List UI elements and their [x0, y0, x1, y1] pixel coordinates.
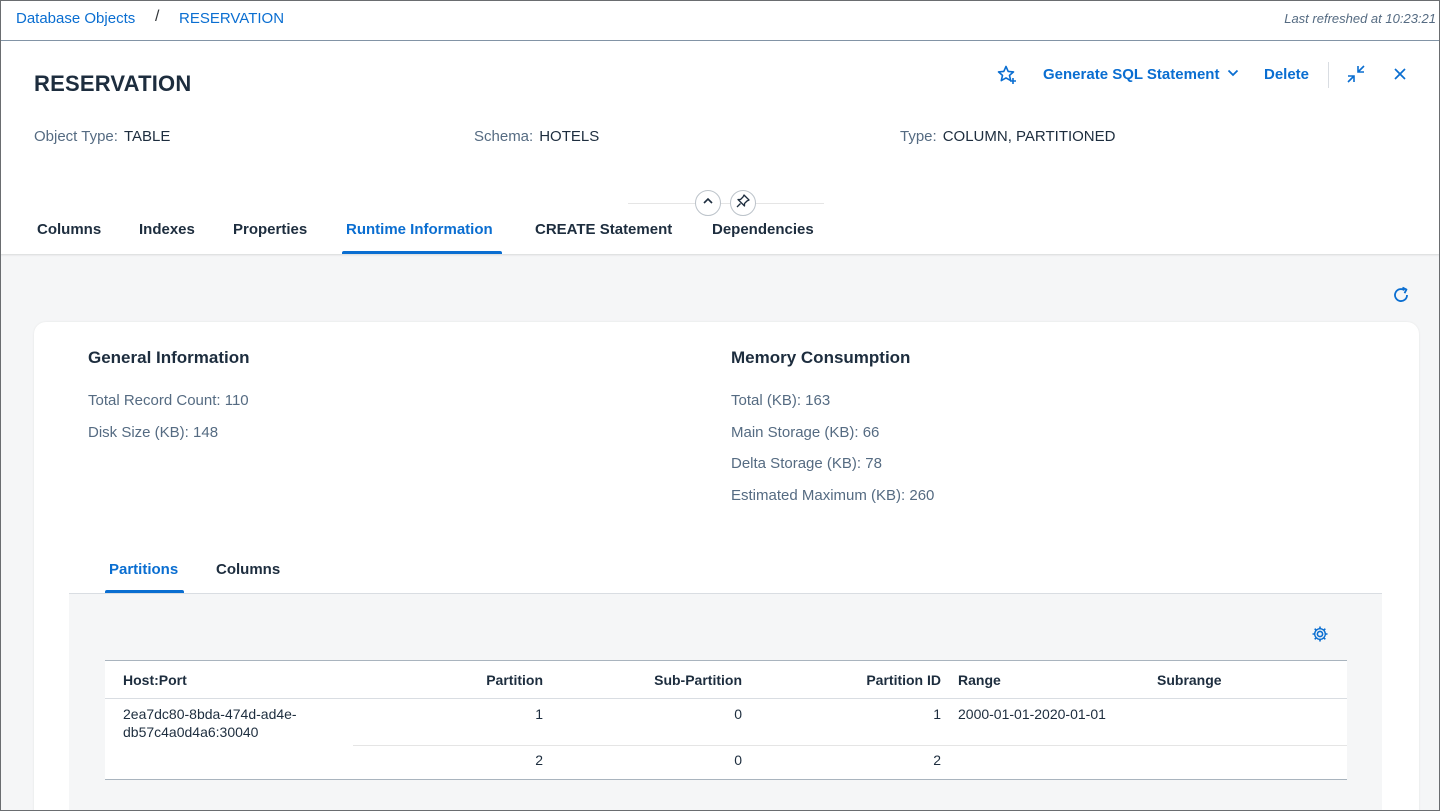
- table-header-divider: [105, 698, 1347, 699]
- object-type-value: TABLE: [123, 128, 171, 145]
- breadcrumb-separator: /: [155, 8, 160, 25]
- host-port-line-1: 2ea7dc80-8bda-474d-ad4e-: [123, 706, 297, 722]
- row-divider: [353, 745, 1347, 746]
- page-title: RESERVATION: [34, 71, 192, 96]
- cell-sub-partition: 0: [734, 752, 742, 768]
- close-icon: [1392, 66, 1408, 87]
- partitions-table: Host:Port Partition Sub-Partition Partit…: [105, 660, 1347, 780]
- cell-partition-id: 1: [933, 706, 941, 722]
- delete-button[interactable]: Delete: [1264, 66, 1309, 83]
- active-tab-indicator: [342, 251, 502, 254]
- memory-main-storage: Main Storage (KB): 66: [731, 424, 880, 441]
- breadcrumb-bar: Database Objects / RESERVATION Last refr…: [0, 0, 1440, 41]
- schema-attribute: Schema: HOTELS: [474, 128, 599, 145]
- cell-partition-id: 2: [933, 752, 941, 768]
- subtab-partitions[interactable]: Partitions: [109, 561, 178, 578]
- toolbar-separator: [1328, 62, 1329, 88]
- disk-size: Disk Size (KB): 148: [88, 424, 219, 441]
- last-refreshed-text: Last refreshed at 10:23:21: [1284, 11, 1436, 26]
- exit-full-screen-icon: [1346, 64, 1366, 89]
- pin-header-button[interactable]: [730, 190, 756, 216]
- generate-sql-statement-label: Generate SQL Statement: [1043, 66, 1220, 83]
- column-header-subrange[interactable]: Subrange: [1157, 672, 1222, 688]
- cell-range: 2000-01-01-2020-01-01: [958, 706, 1106, 722]
- pin-icon: [736, 193, 750, 213]
- type-value: COLUMN, PARTITIONED: [942, 128, 1116, 145]
- header-divider: [628, 203, 824, 204]
- tab-properties[interactable]: Properties: [233, 221, 307, 238]
- table-settings-button[interactable]: [1306, 622, 1334, 650]
- sub-tab-bar: Partitions Columns: [69, 546, 1382, 594]
- type-label: Type:: [900, 128, 937, 145]
- host-port-line-2: db57c4a0d4a6:30040: [123, 724, 259, 740]
- schema-label: Schema:: [474, 128, 534, 145]
- memory-estimated-maximum: Estimated Maximum (KB): 260: [731, 487, 935, 504]
- exit-full-screen-button[interactable]: [1342, 62, 1370, 90]
- add-favorite-button[interactable]: [993, 63, 1021, 91]
- collapse-header-button[interactable]: [695, 190, 721, 216]
- cell-partition: 1: [535, 706, 543, 722]
- generate-sql-statement-button[interactable]: Generate SQL Statement: [1043, 66, 1239, 83]
- column-header-range[interactable]: Range: [958, 672, 1001, 688]
- chevron-down-icon: [1227, 66, 1239, 83]
- collapse-header-icon: [702, 194, 714, 212]
- column-header-partition-id[interactable]: Partition ID: [866, 672, 941, 688]
- object-type-label: Object Type:: [34, 128, 118, 145]
- settings-icon: [1311, 625, 1329, 648]
- column-header-host-port[interactable]: Host:Port: [123, 672, 187, 688]
- general-information-title: General Information: [88, 348, 250, 367]
- tab-columns[interactable]: Columns: [37, 221, 101, 238]
- schema-value: HOTELS: [539, 128, 600, 145]
- memory-total: Total (KB): 163: [731, 392, 831, 409]
- memory-delta-storage: Delta Storage (KB): 78: [731, 455, 882, 472]
- refresh-button[interactable]: [1387, 283, 1415, 311]
- object-type-attribute: Object Type: TABLE: [34, 128, 170, 145]
- tab-runtime-information[interactable]: Runtime Information: [346, 221, 493, 238]
- subtab-columns[interactable]: Columns: [216, 561, 280, 578]
- type-attribute: Type: COLUMN, PARTITIONED: [900, 128, 1115, 145]
- refresh-icon: [1391, 285, 1411, 310]
- cell-partition: 2: [535, 752, 543, 768]
- breadcrumb-reservation[interactable]: RESERVATION: [179, 10, 284, 27]
- memory-consumption-title: Memory Consumption: [731, 348, 911, 367]
- add-favorite-icon: [996, 64, 1018, 91]
- total-record-count: Total Record Count: 110: [88, 392, 249, 409]
- breadcrumb-database-objects[interactable]: Database Objects: [16, 10, 135, 27]
- column-header-sub-partition[interactable]: Sub-Partition: [654, 672, 742, 688]
- tab-create-statement[interactable]: CREATE Statement: [535, 221, 672, 238]
- tab-indexes[interactable]: Indexes: [139, 221, 195, 238]
- close-button[interactable]: [1386, 62, 1414, 90]
- cell-sub-partition: 0: [734, 706, 742, 722]
- tab-dependencies[interactable]: Dependencies: [712, 221, 814, 238]
- column-header-partition[interactable]: Partition: [486, 672, 543, 688]
- active-subtab-indicator: [105, 590, 184, 593]
